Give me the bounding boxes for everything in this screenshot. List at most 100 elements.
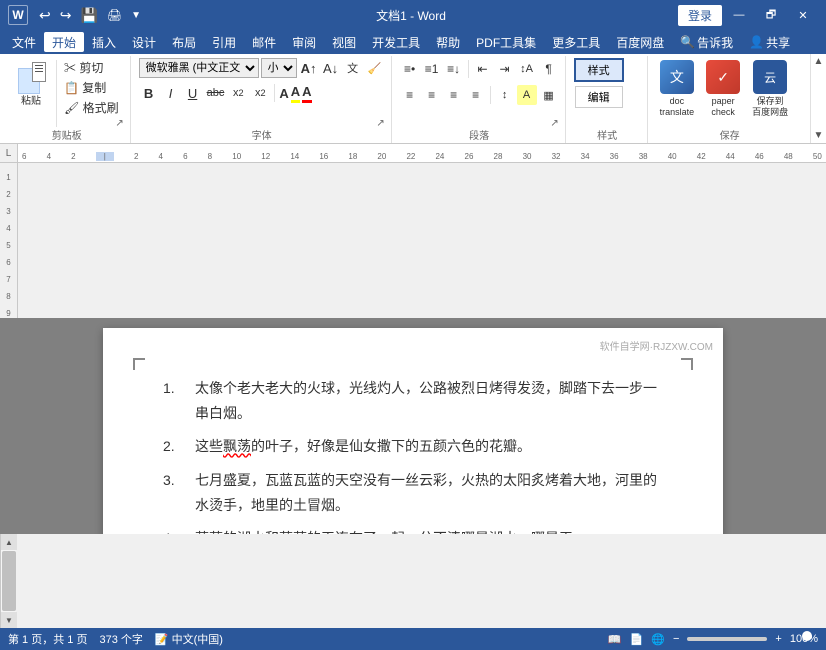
superscript-button[interactable]: x2: [250, 83, 270, 103]
italic-button[interactable]: I: [161, 83, 181, 103]
strikethrough-button[interactable]: abc: [205, 83, 227, 103]
view-mode-web[interactable]: 🌐: [651, 633, 665, 646]
text-effect-button[interactable]: A: [279, 86, 288, 101]
sort-button[interactable]: ↕A: [517, 59, 537, 79]
zoom-in-button[interactable]: +: [775, 633, 781, 645]
close-button[interactable]: ✕: [788, 5, 818, 25]
decrease-font-button[interactable]: A↓: [321, 58, 341, 78]
view-mode-read[interactable]: 📖: [608, 633, 622, 646]
scroll-thumb[interactable]: [2, 551, 16, 611]
undo-button[interactable]: ↩: [36, 5, 54, 26]
bold-button[interactable]: B: [139, 83, 159, 103]
highlight-color-button[interactable]: A: [291, 84, 300, 103]
menu-mailings[interactable]: 邮件: [244, 32, 284, 52]
editing-button[interactable]: 编辑: [575, 86, 623, 108]
menu-references[interactable]: 引用: [204, 32, 244, 52]
show-marks-button[interactable]: ¶: [539, 59, 559, 79]
ribbon: 粘贴 ✂ 剪切 📋 复制 🖌 格式刷 剪贴板 ↗: [0, 54, 826, 144]
document-scroll-area[interactable]: 软件自学网·RJZXW.COM 1.太像个老大老大的火球，光线灼人，公路被烈日烤…: [0, 318, 826, 534]
tools-label: 保存: [650, 127, 810, 142]
align-center-button[interactable]: ≡: [422, 85, 442, 105]
save-quick-button[interactable]: 💾: [77, 5, 100, 26]
char-count[interactable]: 373 个字: [99, 631, 142, 647]
menu-design[interactable]: 设计: [124, 32, 164, 52]
language-indicator: 📝 中文(中国): [155, 631, 223, 647]
font-family-select[interactable]: 微软雅黑 (中文正文: [139, 58, 259, 78]
clipboard-label: 剪贴板: [4, 127, 130, 142]
font-group: 微软雅黑 (中文正文 小五 A↑ A↓ 文 🧹 B I: [133, 56, 392, 143]
view-mode-print[interactable]: 📄: [630, 633, 644, 646]
menu-home[interactable]: 开始: [44, 32, 84, 52]
menu-pdf[interactable]: PDF工具集: [468, 32, 544, 52]
ruler-container: L 6 4 2 | 2 4 6 8 10 12 14: [0, 144, 826, 163]
restore-button[interactable]: 🗗: [756, 5, 786, 25]
zoom-slider[interactable]: [687, 637, 767, 641]
menu-developer[interactable]: 开发工具: [364, 32, 428, 52]
document-list: 1.太像个老大老大的火球，光线灼人，公路被烈日烤得发烫，脚踏下去一步一串白烟。 2…: [163, 376, 663, 534]
menu-tell-me[interactable]: 🔍告诉我: [672, 32, 741, 52]
main-area: 123456789 软件自学网·RJZXW.COM 1.太像个老大老大的火球，光…: [0, 163, 826, 628]
item-text: 七月盛夏，瓦蓝瓦蓝的天空没有一丝云彩，火热的太阳炙烤着大地，河里的水烫手，地里的…: [195, 468, 663, 518]
zoom-out-button[interactable]: −: [673, 633, 679, 645]
underline-button[interactable]: U: [183, 83, 203, 103]
paper-check-button[interactable]: ✓ papercheck: [702, 58, 744, 120]
menu-view[interactable]: 视图: [324, 32, 364, 52]
align-right-button[interactable]: ≡: [444, 85, 464, 105]
title-bar-left: W ↩ ↪ 💾 🖨 ▼: [8, 5, 144, 26]
scroll-track[interactable]: [1, 550, 16, 612]
scroll-up-button[interactable]: ▲: [1, 534, 17, 550]
paragraph-expand[interactable]: ↗: [549, 117, 561, 129]
cut-button[interactable]: ✂ 剪切: [61, 58, 122, 77]
login-button[interactable]: 登录: [678, 5, 722, 26]
paste-button[interactable]: 粘贴: [10, 58, 52, 110]
styles-button[interactable]: 样式: [574, 58, 624, 82]
align-left-button[interactable]: ≡: [400, 85, 420, 105]
page-count[interactable]: 第 1 页，共 1 页: [8, 631, 87, 647]
numbering-button[interactable]: ≡1: [422, 59, 442, 79]
copy-button[interactable]: 📋 复制: [61, 78, 122, 97]
clear-format-button[interactable]: 🧹: [365, 58, 385, 78]
menu-file[interactable]: 文件: [4, 32, 44, 52]
menu-share[interactable]: 👤共享: [741, 32, 798, 52]
menu-baidu[interactable]: 百度网盘: [608, 32, 672, 52]
multilevel-list-button[interactable]: ≡↓: [444, 59, 464, 79]
border-button[interactable]: ▦: [539, 85, 559, 105]
phonetic-button[interactable]: 文: [343, 58, 363, 78]
doc-translate-button[interactable]: 文 doctranslate: [656, 58, 699, 120]
clipboard-expand[interactable]: ↗: [114, 117, 126, 129]
print-quick-button[interactable]: 🖨: [104, 6, 125, 24]
save-baidu-button[interactable]: 云 保存到百度网盘: [748, 58, 792, 120]
menu-insert[interactable]: 插入: [84, 32, 124, 52]
font-label: 字体: [133, 127, 391, 142]
menu-help[interactable]: 帮助: [428, 32, 468, 52]
redo-button[interactable]: ↪: [57, 5, 75, 26]
justify-button[interactable]: ≡: [466, 85, 486, 105]
shading-button[interactable]: A: [517, 85, 537, 105]
menu-review[interactable]: 审阅: [284, 32, 324, 52]
increase-indent-button[interactable]: ⇥: [495, 59, 515, 79]
word-icon: W: [8, 5, 28, 25]
minimize-button[interactable]: —: [724, 5, 754, 25]
style-label: 样式: [568, 127, 647, 142]
item-number: 1.: [163, 376, 187, 426]
ribbon-scroll-up[interactable]: ▲: [814, 56, 824, 67]
subscript-button[interactable]: x2: [228, 83, 248, 103]
item-number: 2.: [163, 434, 187, 459]
bullets-button[interactable]: ≡•: [400, 59, 420, 79]
horizontal-ruler: 6 4 2 | 2 4 6 8 10 12 14 16 18 20: [18, 144, 826, 162]
menu-more-tools[interactable]: 更多工具: [544, 32, 608, 52]
customize-quick-button[interactable]: ▼: [128, 8, 144, 23]
format-painter-button[interactable]: 🖌 格式刷: [61, 98, 122, 117]
font-color-button[interactable]: A: [302, 84, 311, 103]
list-item: 1.太像个老大老大的火球，光线灼人，公路被烈日烤得发烫，脚踏下去一步一串白烟。: [163, 376, 663, 426]
menu-layout[interactable]: 布局: [164, 32, 204, 52]
vertical-scrollbar[interactable]: ▲ ▼: [0, 534, 16, 628]
increase-font-button[interactable]: A↑: [299, 58, 319, 78]
watermark: 软件自学网·RJZXW.COM: [600, 338, 713, 534]
scroll-down-button[interactable]: ▼: [1, 612, 17, 628]
ribbon-scroll-down[interactable]: ▼: [814, 130, 824, 141]
font-expand[interactable]: ↗: [375, 117, 387, 129]
line-spacing-button[interactable]: ↕: [495, 85, 515, 105]
font-size-select[interactable]: 小五: [261, 58, 297, 78]
decrease-indent-button[interactable]: ⇤: [473, 59, 493, 79]
